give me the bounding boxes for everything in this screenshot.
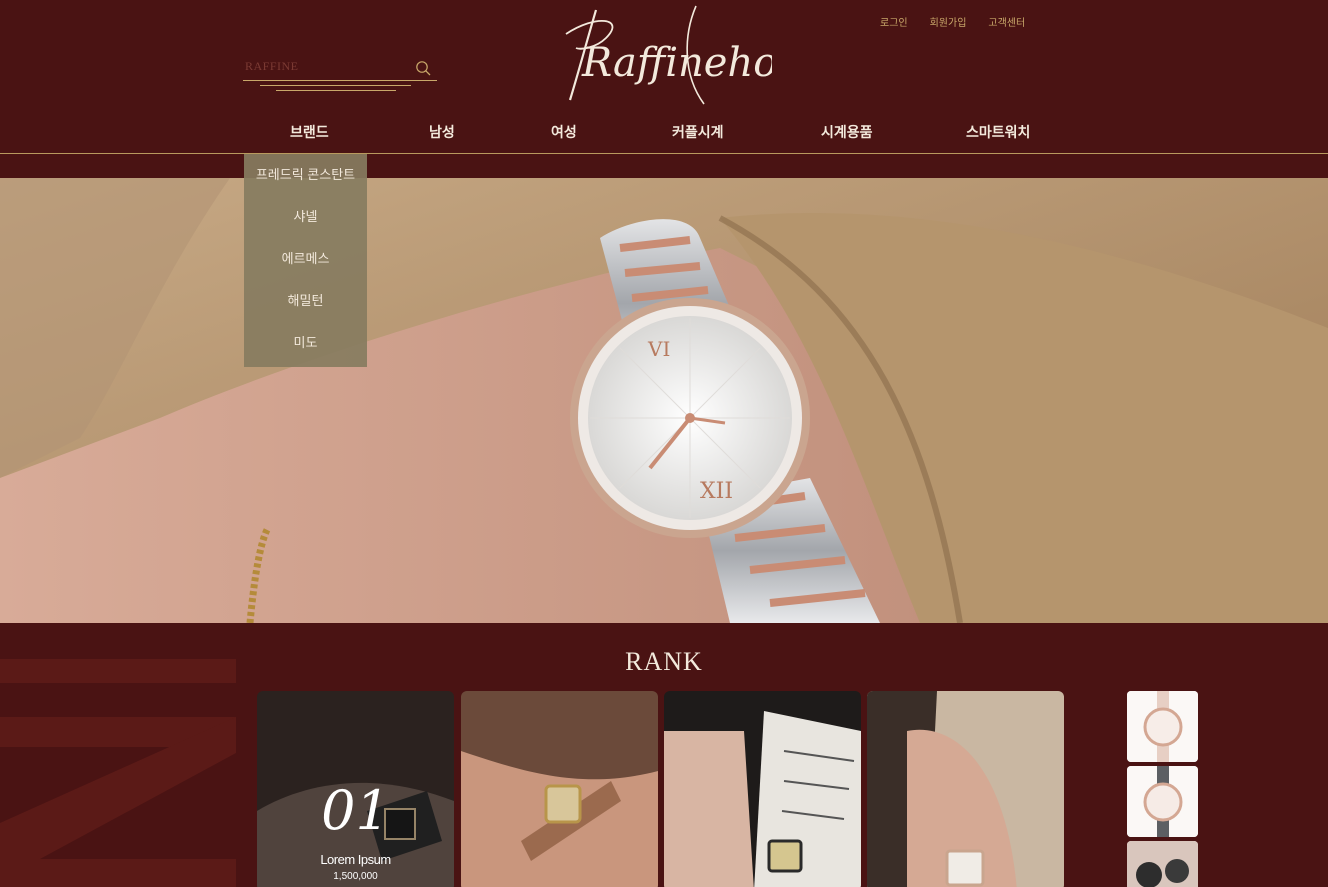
nav-item-women[interactable]: 여성 (551, 122, 577, 142)
rank-title: RANK (625, 647, 703, 676)
search-underline-decor (260, 85, 411, 86)
nav-item-men[interactable]: 남성 (429, 122, 455, 142)
hero-banner: VI XII (0, 178, 1328, 623)
site-logo[interactable]: Raffinehorloge (556, 4, 772, 108)
dropdown-item-hermes[interactable]: 에르메스 (244, 238, 367, 280)
watch-thumbnail-image (1127, 766, 1198, 837)
product-thumbnail-2[interactable] (1127, 766, 1198, 837)
rank-section: RANK 01 Lorem Ipsum 1,500,000 (0, 623, 1328, 887)
main-nav: 브랜드 남성 여성 커플시계 시계용품 스마트워치 (0, 122, 1328, 146)
product-price: 1,500,000 (333, 871, 378, 882)
hero-watch-image: VI XII (0, 178, 1328, 623)
watch-thumbnail-image (1127, 691, 1198, 762)
signup-link[interactable]: 회원가입 (930, 14, 967, 29)
svg-text:XII: XII (700, 479, 733, 504)
rank-card-image (461, 691, 658, 887)
search-input[interactable]: RAFFINE (245, 59, 299, 74)
dropdown-item-hamilton[interactable]: 해밀턴 (244, 280, 367, 322)
watch-thumbnail-image (1127, 841, 1198, 887)
rank-card-image (867, 691, 1064, 887)
header-divider (0, 153, 1328, 154)
brand-dropdown-menu: 프레드릭 콘스탄트 샤넬 에르메스 해밀턴 미도 (244, 154, 367, 367)
product-thumbnail-3[interactable] (1127, 841, 1198, 887)
rank-card-image (664, 691, 861, 887)
rank-card-4[interactable] (867, 691, 1064, 887)
product-name: Lorem Ipsum (320, 852, 391, 867)
rank-card-3[interactable] (664, 691, 861, 887)
rank-number: 01 (321, 779, 390, 842)
product-thumbnail-1[interactable] (1127, 691, 1198, 762)
svg-text:VI: VI (647, 337, 670, 361)
logo-text: Raffinehorloge (581, 40, 772, 86)
search-underline-decor (276, 90, 396, 91)
nav-item-couple-watch[interactable]: 커플시계 (672, 122, 724, 142)
login-link[interactable]: 로그인 (880, 14, 908, 29)
dropdown-item-frederique-constant[interactable]: 프레드릭 콘스탄트 (244, 154, 367, 196)
nav-item-brand[interactable]: 브랜드 (290, 122, 329, 142)
customer-center-link[interactable]: 고객센터 (988, 14, 1025, 29)
dropdown-item-chanel[interactable]: 샤넬 (244, 196, 367, 238)
rank-card-1[interactable]: 01 Lorem Ipsum 1,500,000 (257, 691, 454, 887)
rank-card-2[interactable] (461, 691, 658, 887)
search-icon[interactable] (415, 60, 431, 76)
dropdown-item-mido[interactable]: 미도 (244, 322, 367, 364)
nav-item-watch-accessories[interactable]: 시계용품 (821, 122, 873, 142)
nav-item-smartwatch[interactable]: 스마트워치 (966, 122, 1030, 142)
search-bar[interactable]: RAFFINE (243, 58, 437, 81)
top-links: 로그인 회원가입 고객센터 (880, 14, 1025, 29)
